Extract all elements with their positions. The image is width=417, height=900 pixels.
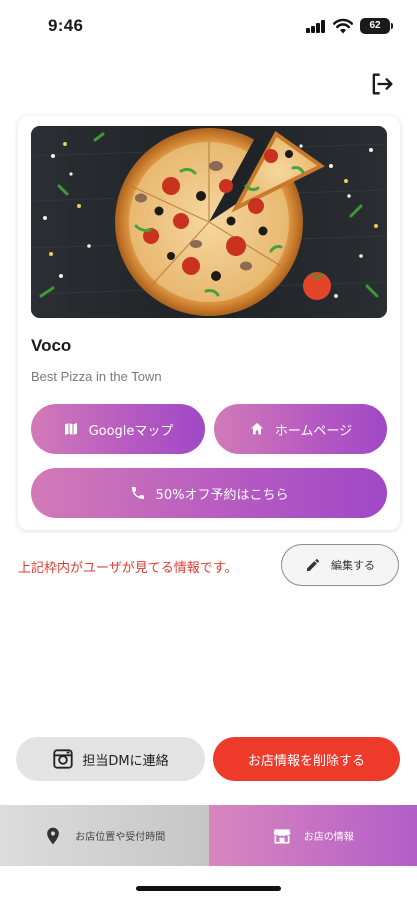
contact-dm-label: 担当DMに連絡 xyxy=(82,753,169,769)
wifi-icon xyxy=(333,18,353,34)
store-description: Best Pizza in the Town xyxy=(31,369,162,384)
tab-store-info[interactable]: お店の情報 xyxy=(208,805,417,866)
location-pin-icon xyxy=(43,826,63,846)
instagram-icon xyxy=(52,748,74,770)
homepage-label: ホームページ xyxy=(274,423,353,439)
status-bar: 9:46 62 xyxy=(0,0,417,54)
bottom-nav: お店位置や受付時間 お店の情報 xyxy=(0,805,417,866)
tab-store-info-label: お店の情報 xyxy=(303,832,354,843)
reserve-discount-button[interactable]: 50%オフ予約はこちら xyxy=(31,468,387,518)
signal-icon xyxy=(306,20,326,33)
reserve-discount-label: 50%オフ予約はこちら xyxy=(155,487,289,503)
logout-icon xyxy=(372,73,393,95)
delete-store-button[interactable]: お店情報を削除する xyxy=(213,737,400,781)
tab-store-location[interactable]: お店位置や受付時間 xyxy=(0,805,209,866)
store-name: Voco xyxy=(31,336,72,355)
google-map-button[interactable]: Googleマップ xyxy=(31,404,205,454)
status-time: 9:46 xyxy=(48,16,84,35)
contact-dm-button[interactable]: 担当DMに連絡 xyxy=(16,737,205,781)
pizza-photo xyxy=(31,126,387,318)
app-screen: 9:46 62 Voco Best Pizza in the Town Goog… xyxy=(0,0,417,900)
logout-button[interactable] xyxy=(368,70,396,98)
preview-note: 上記枠内がユーザが見てる情報です。 xyxy=(18,561,238,576)
storefront-icon xyxy=(272,826,292,846)
battery-indicator: 62 xyxy=(360,18,393,34)
delete-store-label: お店情報を削除する xyxy=(247,753,365,769)
pencil-icon xyxy=(305,557,321,573)
store-preview-card: Voco Best Pizza in the Town Googleマップ ホー… xyxy=(18,116,400,530)
store-hero-image xyxy=(31,126,387,318)
home-indicator xyxy=(136,886,281,891)
tab-store-location-label: お店位置や受付時間 xyxy=(75,832,166,843)
edit-label: 編集する xyxy=(331,559,375,572)
edit-button[interactable]: 編集する xyxy=(281,544,399,586)
homepage-button[interactable]: ホームページ xyxy=(214,404,387,454)
google-map-label: Googleマップ xyxy=(88,423,174,439)
phone-icon xyxy=(130,485,146,501)
home-icon xyxy=(249,421,265,437)
map-icon xyxy=(63,421,79,437)
